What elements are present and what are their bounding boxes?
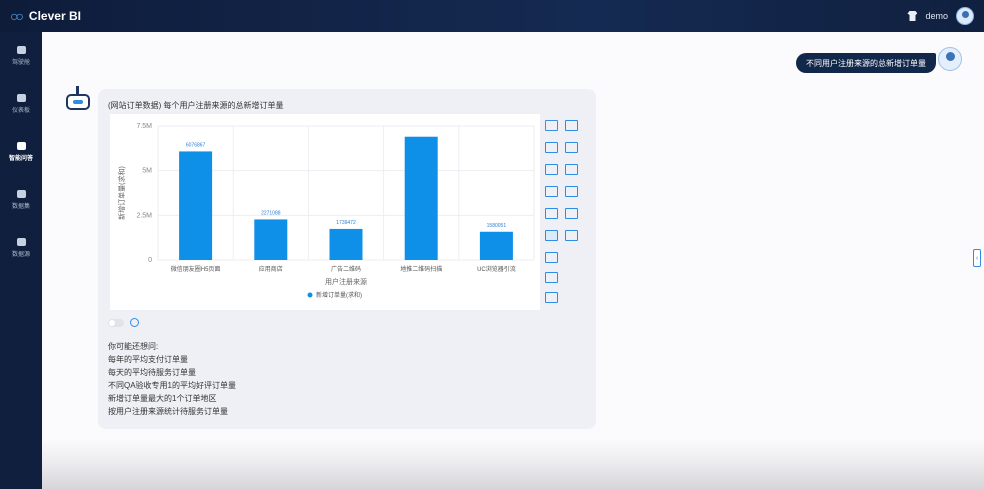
- bot-avatar-icon: [62, 86, 94, 114]
- y-axis-label: 新增订单量(求和): [117, 166, 126, 220]
- sidebar-item-smart-qa[interactable]: 智能问答: [0, 128, 42, 176]
- bar: [179, 151, 213, 260]
- x-tick-label: 地推二维码扫描: [400, 265, 442, 273]
- x-axis-label: 用户注册来源: [325, 277, 367, 286]
- clock-icon[interactable]: [130, 318, 139, 327]
- suggestion-item[interactable]: 不同QA验收专用1的平均好评订单量: [108, 379, 236, 392]
- suggestion-list: 你可能还想问: 每年的平均支付订单量 每天的平均待服务订单量 不同QA验收专用1…: [108, 340, 236, 418]
- tree-table-icon[interactable]: [565, 142, 578, 153]
- bar-data-label: 2271088: [261, 210, 281, 216]
- scatter-map-icon[interactable]: [565, 208, 578, 219]
- zigzag-line-icon[interactable]: [545, 186, 558, 197]
- sidebar-item-dashboard[interactable]: 仪表板: [0, 80, 42, 128]
- legend-label: 新增订单量(求和): [316, 291, 362, 299]
- user-question-bubble: 不同用户注册来源的总新增订单量: [796, 53, 936, 73]
- dashboard-gauge-icon: [16, 46, 26, 54]
- bar: [329, 228, 363, 260]
- bar-chart-icon[interactable]: [545, 230, 558, 241]
- theme-icon[interactable]: [907, 11, 918, 21]
- bar-data-label: 6076867: [186, 142, 206, 148]
- sidebar-item-label: 仪表板: [11, 108, 30, 114]
- sidebar-item-datasource[interactable]: 数据源: [0, 224, 42, 272]
- sidebar: 驾驶舱 仪表板 智能问答 数据集 数据源: [0, 32, 42, 489]
- y-tick-label: 5M: [142, 168, 152, 175]
- legend-marker: [307, 292, 313, 298]
- app-logo[interactable]: ○○ Clever BI: [10, 8, 81, 24]
- app-name: Clever BI: [28, 9, 81, 23]
- bar-data-label: 1739472: [336, 220, 356, 226]
- user-avatar[interactable]: [956, 7, 974, 25]
- robot-icon: [16, 142, 26, 150]
- treemap-icon[interactable]: [565, 120, 578, 131]
- chart-panel: 0 2.5M 5M 7.5M 6076867 微信朋友圈H5页面 2271088 应用商店 17…: [110, 114, 540, 310]
- suggestion-item[interactable]: 每年的平均支付订单量: [108, 353, 236, 366]
- x-tick-label: 应用商店: [259, 265, 283, 273]
- bar-data-label: 1580051: [487, 223, 507, 229]
- detail-toggle[interactable]: [108, 318, 124, 327]
- infinity-logo-icon: ○○: [10, 8, 24, 24]
- suggestion-header: 你可能还想问:: [108, 342, 159, 351]
- pie-chart-icon[interactable]: [545, 252, 558, 263]
- map-icon[interactable]: [565, 186, 578, 197]
- sidebar-item-dataset[interactable]: 数据集: [0, 176, 42, 224]
- funnel-chart-icon[interactable]: [565, 164, 578, 175]
- datasource-icon: [16, 238, 26, 246]
- suggestion-item[interactable]: 新增订单量最大的1个订单地区: [108, 392, 236, 405]
- collapse-panel-button[interactable]: ‹: [973, 249, 981, 267]
- sidebar-item-label: 数据集: [11, 204, 30, 210]
- stacked-bar-icon[interactable]: [545, 208, 558, 219]
- suggestion-item[interactable]: 按用户注册来源统计待服务订单量: [108, 405, 236, 418]
- user-name[interactable]: demo: [925, 11, 948, 21]
- bar: [404, 136, 438, 260]
- chat-area: 不同用户注册来源的总新增订单量 (网站订单数据) 每个用户注册来源的总新增订单量…: [42, 32, 984, 489]
- user-chat-avatar: [938, 47, 962, 71]
- x-tick-label: 微信朋友圈H5页面: [171, 265, 221, 273]
- y-tick-label: 0: [148, 257, 152, 264]
- bar: [479, 231, 513, 260]
- line-chart-icon[interactable]: [545, 164, 558, 175]
- answer-title: (网站订单数据) 每个用户注册来源的总新增订单量: [108, 101, 284, 110]
- dataset-icon: [16, 190, 26, 198]
- pivot-table-icon[interactable]: [545, 142, 558, 153]
- area-chart-icon[interactable]: [545, 292, 558, 303]
- sidebar-item-cockpit[interactable]: 驾驶舱: [0, 32, 42, 80]
- y-tick-label: 7.5M: [136, 123, 152, 130]
- suggestion-item[interactable]: 每天的平均待服务订单量: [108, 366, 236, 379]
- question-text: 不同用户注册来源的总新增订单量: [806, 58, 926, 68]
- x-tick-label: UC浏览器引流: [477, 265, 516, 273]
- sidebar-item-label: 数据源: [11, 252, 30, 258]
- dashboard-icon: [16, 94, 26, 102]
- word-cloud-icon[interactable]: [565, 230, 578, 241]
- sidebar-item-label: 智能问答: [8, 156, 33, 162]
- y-tick-label: 2.5M: [136, 212, 152, 219]
- x-tick-label: 广告二维码: [331, 265, 361, 273]
- table-chart-icon[interactable]: [545, 120, 558, 131]
- bar: [254, 219, 288, 260]
- column-chart-icon[interactable]: [545, 272, 558, 283]
- bar-chart: 0 2.5M 5M 7.5M 6076867 微信朋友圈H5页面 2271088 应用商店 17…: [117, 123, 535, 299]
- bottom-fade: [42, 439, 984, 489]
- sidebar-item-label: 驾驶舱: [11, 60, 30, 66]
- answer-card: (网站订单数据) 每个用户注册来源的总新增订单量 0 2.5M 5M 7.5M 6076…: [98, 89, 596, 429]
- top-bar: ○○ Clever BI demo: [0, 0, 984, 32]
